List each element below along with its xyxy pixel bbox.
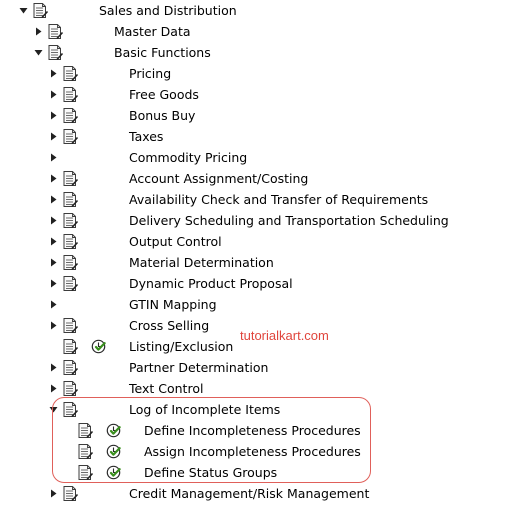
tree-node-label[interactable]: Sales and Distribution [99,0,237,21]
tree-node-label[interactable]: Dynamic Product Proposal [129,273,293,294]
tree-node[interactable]: Basic Functions [0,42,524,63]
document-icon [63,66,79,82]
tree-node-label[interactable]: Cross Selling [129,315,209,336]
tree-node-label[interactable]: Bonus Buy [129,105,195,126]
document-icon [33,3,49,19]
document-icon [63,108,79,124]
tree-node-label[interactable]: GTIN Mapping [129,294,217,315]
tree-node[interactable]: Free Goods [0,84,524,105]
document-icon [63,339,79,355]
tree-node[interactable]: Text Control [0,378,524,399]
collapsed-arrow-icon[interactable] [49,195,58,204]
document-icon [63,381,79,397]
collapsed-arrow-icon[interactable] [49,216,58,225]
document-icon [63,213,79,229]
tree-node[interactable]: Account Assignment/Costing [0,168,524,189]
clock-check-icon[interactable] [91,339,106,354]
tree-node-label[interactable]: Taxes [129,126,163,147]
tree-node-label[interactable]: Free Goods [129,84,199,105]
tree-node-label[interactable]: Availability Check and Transfer of Requi… [129,189,428,210]
tree-node[interactable]: Partner Determination [0,357,524,378]
document-icon [63,318,79,334]
document-icon [63,129,79,145]
document-icon [63,360,79,376]
document-icon [48,24,64,40]
highlight-box [52,397,371,483]
tree-node-label[interactable]: Listing/Exclusion [129,336,233,357]
document-icon [48,45,64,61]
tree-node[interactable]: Bonus Buy [0,105,524,126]
collapsed-arrow-icon[interactable] [49,111,58,120]
expanded-arrow-icon[interactable] [34,48,43,57]
tree-node[interactable]: GTIN Mapping [0,294,524,315]
collapsed-arrow-icon[interactable] [49,258,58,267]
tree-node-label[interactable]: Commodity Pricing [129,147,247,168]
watermark-text: tutorialkart.com [240,328,329,343]
document-icon [63,486,79,502]
expanded-arrow-icon[interactable] [19,6,28,15]
collapsed-arrow-icon[interactable] [49,300,58,309]
tree-node-label[interactable]: Pricing [129,63,171,84]
tree-node-label[interactable]: Output Control [129,231,222,252]
tree-node[interactable]: Material Determination [0,252,524,273]
tree-node[interactable]: Pricing [0,63,524,84]
document-icon [63,171,79,187]
tree-node[interactable]: Master Data [0,21,524,42]
collapsed-arrow-icon[interactable] [49,69,58,78]
collapsed-arrow-icon[interactable] [49,279,58,288]
tree-node-label[interactable]: Basic Functions [114,42,211,63]
tree-node[interactable]: Dynamic Product Proposal [0,273,524,294]
collapsed-arrow-icon[interactable] [49,321,58,330]
collapsed-arrow-icon[interactable] [49,384,58,393]
collapsed-arrow-icon[interactable] [49,237,58,246]
tree-node[interactable]: Credit Management/Risk Management [0,483,524,504]
collapsed-arrow-icon[interactable] [49,363,58,372]
tree-node-label[interactable]: Delivery Scheduling and Transportation S… [129,210,449,231]
collapsed-arrow-icon[interactable] [49,90,58,99]
tree-node[interactable]: Delivery Scheduling and Transportation S… [0,210,524,231]
collapsed-arrow-icon[interactable] [49,153,58,162]
tree-node-label[interactable]: Account Assignment/Costing [129,168,308,189]
tree-node[interactable]: Taxes [0,126,524,147]
tree-node[interactable]: Commodity Pricing [0,147,524,168]
collapsed-arrow-icon[interactable] [49,174,58,183]
collapsed-arrow-icon[interactable] [34,27,43,36]
collapsed-arrow-icon[interactable] [49,489,58,498]
tree-node[interactable]: Sales and Distribution [0,0,524,21]
collapsed-arrow-icon[interactable] [49,132,58,141]
document-icon [63,87,79,103]
document-icon [63,255,79,271]
tree-node[interactable]: Output Control [0,231,524,252]
tree-node-label[interactable]: Credit Management/Risk Management [129,483,369,504]
tree-node-label[interactable]: Master Data [114,21,191,42]
tree-node-label[interactable]: Text Control [129,378,203,399]
tree-node[interactable]: Availability Check and Transfer of Requi… [0,189,524,210]
tree-node-label[interactable]: Partner Determination [129,357,268,378]
tree-node-label[interactable]: Material Determination [129,252,274,273]
document-icon [63,276,79,292]
document-icon [63,234,79,250]
document-icon [63,192,79,208]
